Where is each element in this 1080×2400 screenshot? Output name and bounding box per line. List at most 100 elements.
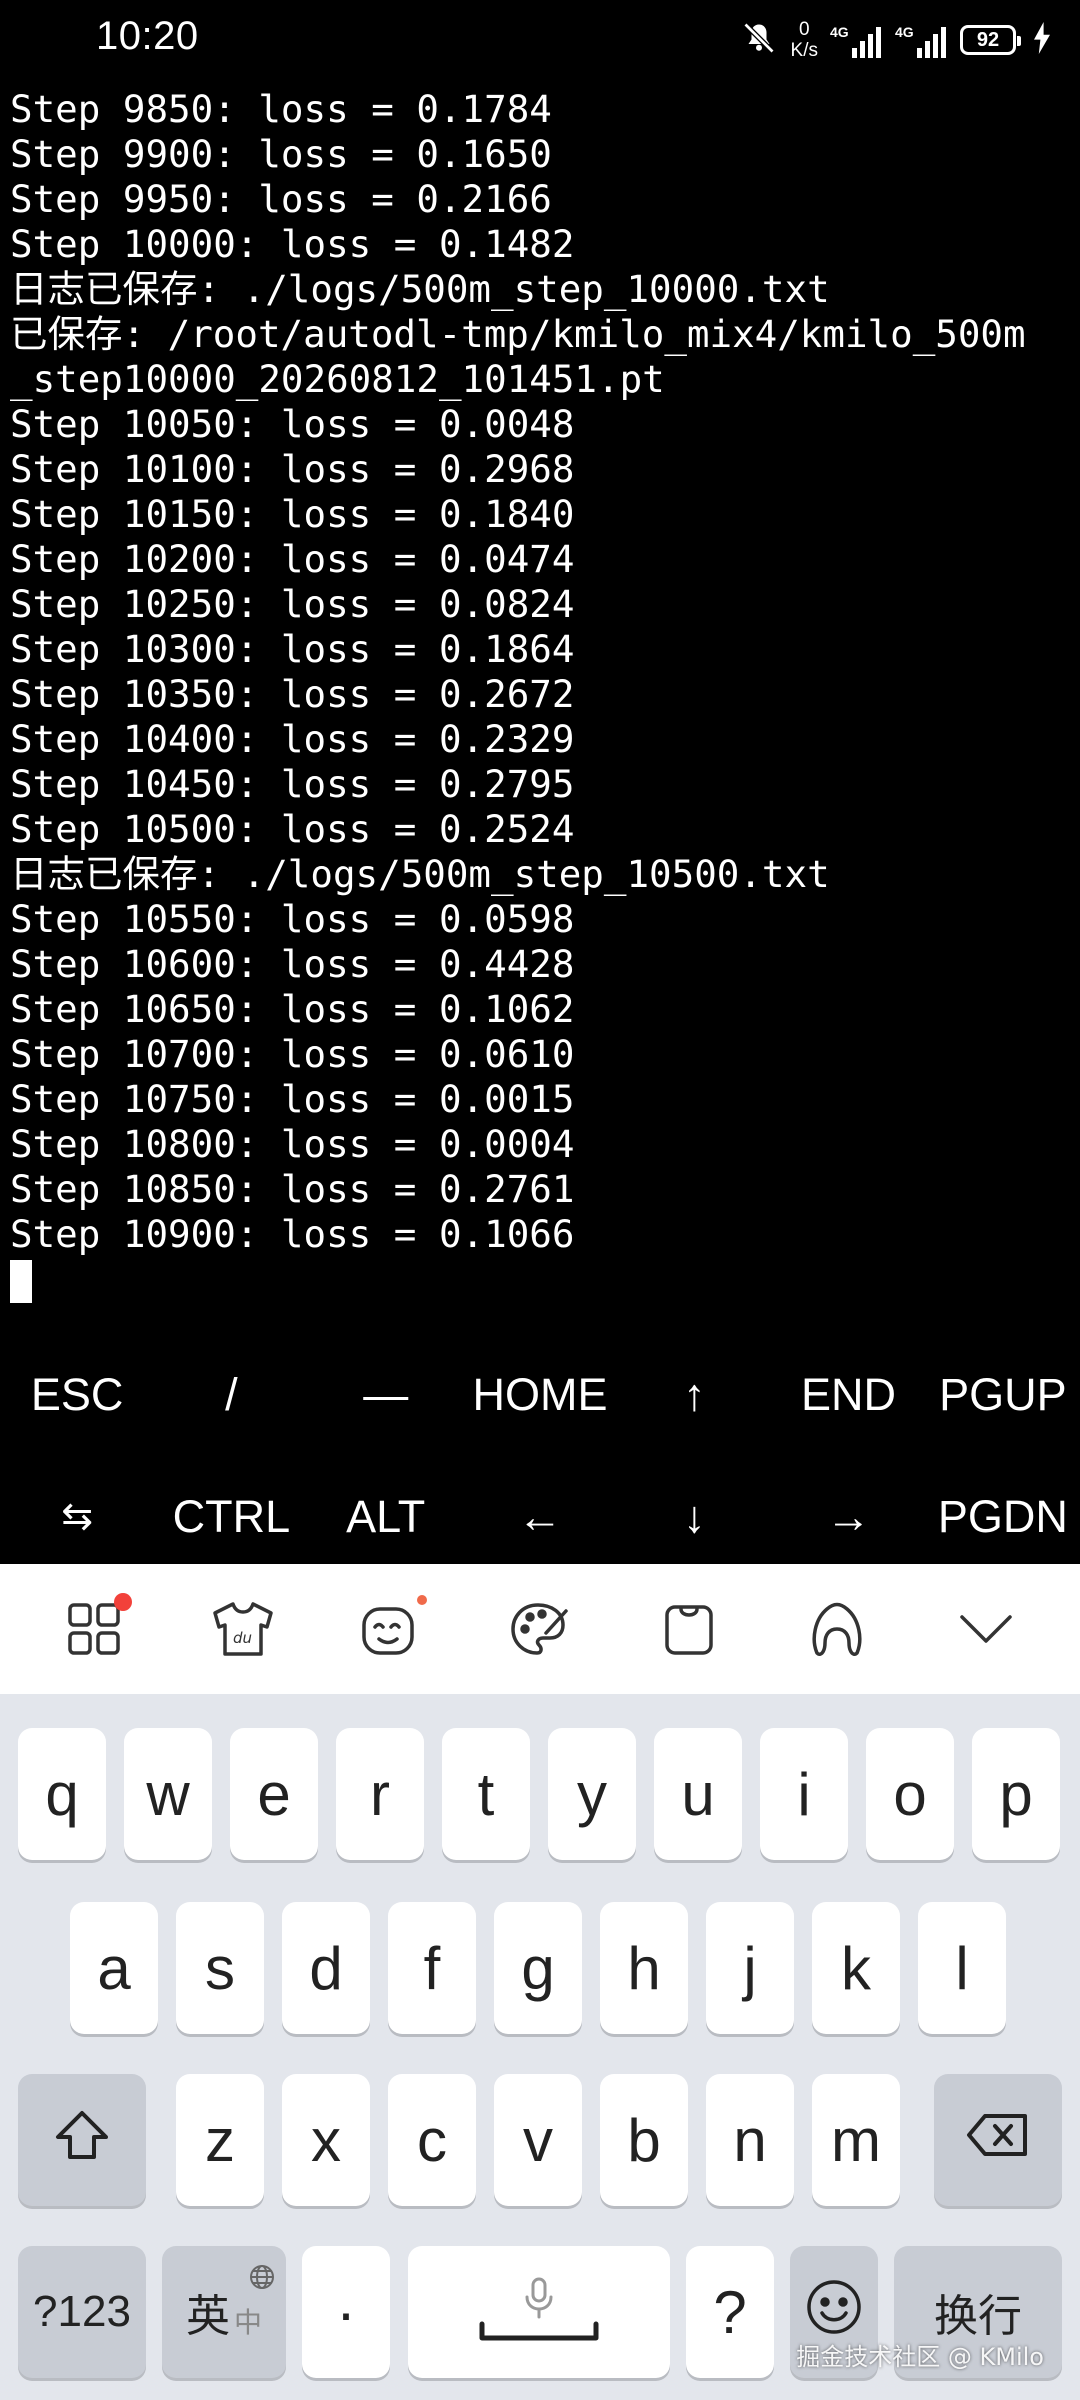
dot-key[interactable]: · — [302, 2246, 390, 2378]
key-i[interactable]: i — [760, 1728, 848, 1860]
watermark-text: 掘金技术社区 @ KMilo — [796, 2343, 1044, 2371]
key-v[interactable]: v — [494, 2074, 582, 2206]
key-h[interactable]: h — [600, 1902, 688, 2034]
terminal-line: Step 10300: loss = 0.1864 — [10, 627, 575, 671]
terminal-line: Step 10750: loss = 0.0015 — [10, 1077, 575, 1121]
terminal-line: Step 10700: loss = 0.0610 — [10, 1032, 575, 1076]
terminal-line: Step 10200: loss = 0.0474 — [10, 537, 575, 581]
slash-key[interactable]: / — [154, 1330, 308, 1460]
terminal-line: Step 10150: loss = 0.1840 — [10, 492, 575, 536]
backspace-icon — [965, 2112, 1031, 2169]
keyboard-row-3: z x c v b n m — [0, 2074, 1080, 2208]
terminal-line: 已保存: /root/autodl-tmp/kmilo_mix4/kmilo_5… — [10, 312, 1026, 356]
terminal-line: Step 9950: loss = 0.2166 — [10, 177, 552, 221]
key-d[interactable]: d — [282, 1902, 370, 2034]
backspace-key[interactable] — [934, 2074, 1062, 2206]
right-arrow-key[interactable]: → — [771, 1460, 925, 1573]
keyboard-row-2: a s d f g h j k l — [0, 1902, 1080, 2036]
tab-key[interactable]: ⇆ — [0, 1460, 154, 1573]
key-m[interactable]: m — [812, 2074, 900, 2206]
terminal-line: 日志已保存: ./logs/500m_step_10000.txt — [10, 267, 830, 311]
pgup-key[interactable]: PGUP — [926, 1330, 1080, 1460]
key-p[interactable]: p — [972, 1728, 1060, 1860]
skin-shirt-icon[interactable]: du — [203, 1589, 283, 1669]
collapse-chevron-icon[interactable] — [946, 1589, 1026, 1669]
apps-grid-icon[interactable] — [54, 1589, 134, 1669]
extra-keys-row-2: ⇆ CTRL ALT ← ↓ → PGDN — [0, 1460, 1080, 1573]
pgdn-key[interactable]: PGDN — [926, 1460, 1080, 1573]
key-l[interactable]: l — [918, 1902, 1006, 2034]
down-arrow-key[interactable]: ↓ — [617, 1460, 771, 1573]
key-r[interactable]: r — [336, 1728, 424, 1860]
space-key[interactable] — [408, 2246, 670, 2378]
terminal-line: Step 10450: loss = 0.2795 — [10, 762, 575, 806]
ctrl-key[interactable]: CTRL — [154, 1460, 308, 1573]
lang-main-label: 英 — [185, 2291, 230, 2342]
terminal-line: _step10000_20260812_101451.pt — [10, 357, 665, 401]
terminal-line: Step 10400: loss = 0.2329 — [10, 717, 575, 761]
language-switch-key[interactable]: 英 中 — [162, 2246, 286, 2378]
terminal-output[interactable]: Step 9850: loss = 0.1784 Step 9900: loss … — [0, 80, 1080, 1330]
terminal-line: Step 10550: loss = 0.0598 — [10, 897, 575, 941]
status-time: 10:20 — [96, 14, 199, 58]
key-z[interactable]: z — [176, 2074, 264, 2206]
palette-icon[interactable] — [500, 1589, 580, 1669]
terminal-line: Step 9900: loss = 0.1650 — [10, 132, 552, 176]
key-c[interactable]: c — [388, 2074, 476, 2206]
terminal-line: Step 10350: loss = 0.2672 — [10, 672, 575, 716]
key-y[interactable]: y — [548, 1728, 636, 1860]
end-key[interactable]: END — [771, 1330, 925, 1460]
key-o[interactable]: o — [866, 1728, 954, 1860]
question-key[interactable]: ? — [686, 2246, 774, 2378]
signal-icon-2: 4G — [895, 22, 946, 58]
key-g[interactable]: g — [494, 1902, 582, 2034]
terminal-line: Step 10000: loss = 0.1482 — [10, 222, 575, 266]
key-a[interactable]: a — [70, 1902, 158, 2034]
terminal-line: Step 10850: loss = 0.2761 — [10, 1167, 575, 1211]
clipboard-icon[interactable] — [649, 1589, 729, 1669]
key-w[interactable]: w — [124, 1728, 212, 1860]
key-b[interactable]: b — [600, 2074, 688, 2206]
dash-key[interactable]: — — [309, 1330, 463, 1460]
terminal-line: Step 10100: loss = 0.2968 — [10, 447, 575, 491]
signal-icon-1: 4G — [830, 22, 881, 58]
svg-text:du: du — [233, 1629, 252, 1647]
handwriting-icon[interactable] — [797, 1589, 877, 1669]
up-arrow-key[interactable]: ↑ — [617, 1330, 771, 1460]
charging-bolt-icon — [1034, 22, 1050, 58]
symbols-key[interactable]: ?123 — [18, 2246, 146, 2378]
key-q[interactable]: q — [18, 1728, 106, 1860]
terminal-cursor — [10, 1260, 32, 1303]
terminal-line: Step 10250: loss = 0.0824 — [10, 582, 575, 626]
terminal-line: Step 10600: loss = 0.4428 — [10, 942, 575, 986]
key-t[interactable]: t — [442, 1728, 530, 1860]
key-n[interactable]: n — [706, 2074, 794, 2206]
terminal-line: 日志已保存: ./logs/500m_step_10500.txt — [10, 852, 830, 896]
key-j[interactable]: j — [706, 1902, 794, 2034]
home-key[interactable]: HOME — [463, 1330, 617, 1460]
key-u[interactable]: u — [654, 1728, 742, 1860]
key-e[interactable]: e — [230, 1728, 318, 1860]
lang-alt-label: 中 — [233, 2306, 262, 2339]
shift-arrow-icon — [54, 2109, 110, 2172]
net-speed: 0 K/s — [790, 19, 818, 61]
terminal-lines: Step 9850: loss = 0.1784 Step 9900: loss … — [10, 87, 1026, 1257]
globe-icon — [248, 2252, 276, 2302]
left-arrow-key[interactable]: ← — [463, 1460, 617, 1573]
key-s[interactable]: s — [176, 1902, 264, 2034]
shift-key[interactable] — [18, 2074, 146, 2206]
key-x[interactable]: x — [282, 2074, 370, 2206]
esc-key[interactable]: ESC — [0, 1330, 154, 1460]
key-k[interactable]: k — [812, 1902, 900, 2034]
ime-toolbar: du — [0, 1564, 1080, 1694]
status-icons: 0 K/s 4G 4G 92 — [741, 16, 1050, 64]
status-bar: 10:20 0 K/s 4G 4G 92 — [0, 0, 1080, 80]
soft-keyboard: q w e r t y u i o p a s d f g h j k l z … — [0, 1694, 1080, 2400]
extra-keys-row-1: ESC / — HOME ↑ END PGUP — [0, 1330, 1080, 1460]
extra-keys-bar: ESC / — HOME ↑ END PGUP ⇆ CTRL ALT ← ↓ →… — [0, 1330, 1080, 1564]
battery-icon: 92 — [960, 25, 1021, 55]
terminal-line: Step 10650: loss = 0.1062 — [10, 987, 575, 1031]
alt-key[interactable]: ALT — [309, 1460, 463, 1573]
emoji-sticker-icon[interactable] — [351, 1589, 431, 1669]
key-f[interactable]: f — [388, 1902, 476, 2034]
